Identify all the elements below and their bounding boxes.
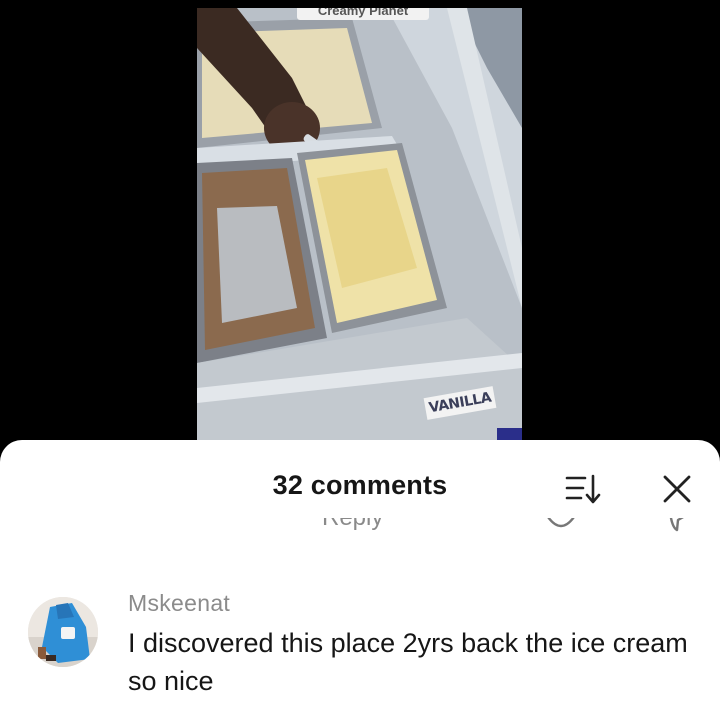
previous-comment-actions: Reply [0,518,720,548]
avatar[interactable] [28,597,98,667]
thumbs-down-icon[interactable] [657,518,691,538]
sort-button[interactable] [565,472,603,506]
comment-item[interactable]: Mskeenat I discovered this place 2yrs ba… [0,590,720,704]
comment-text: I discovered this place 2yrs back the ic… [128,628,688,696]
avatar-image [28,597,98,667]
comments-sheet: 32 comments Reply [0,440,720,704]
video-frame-image [197,8,522,448]
reply-button[interactable]: Reply [322,518,383,532]
close-button[interactable] [660,472,694,506]
heart-icon[interactable] [543,518,579,538]
comments-count-title: 32 comments [272,470,448,500]
close-icon [663,475,691,503]
video-player[interactable]: Creamy Planet VANILLA [197,8,522,448]
comment-author[interactable]: Mskeenat [128,590,230,617]
store-sign: Creamy Planet [297,8,429,20]
screen: Creamy Planet VANILLA 32 comments Reply [0,0,720,704]
sort-descending-icon [565,474,601,504]
